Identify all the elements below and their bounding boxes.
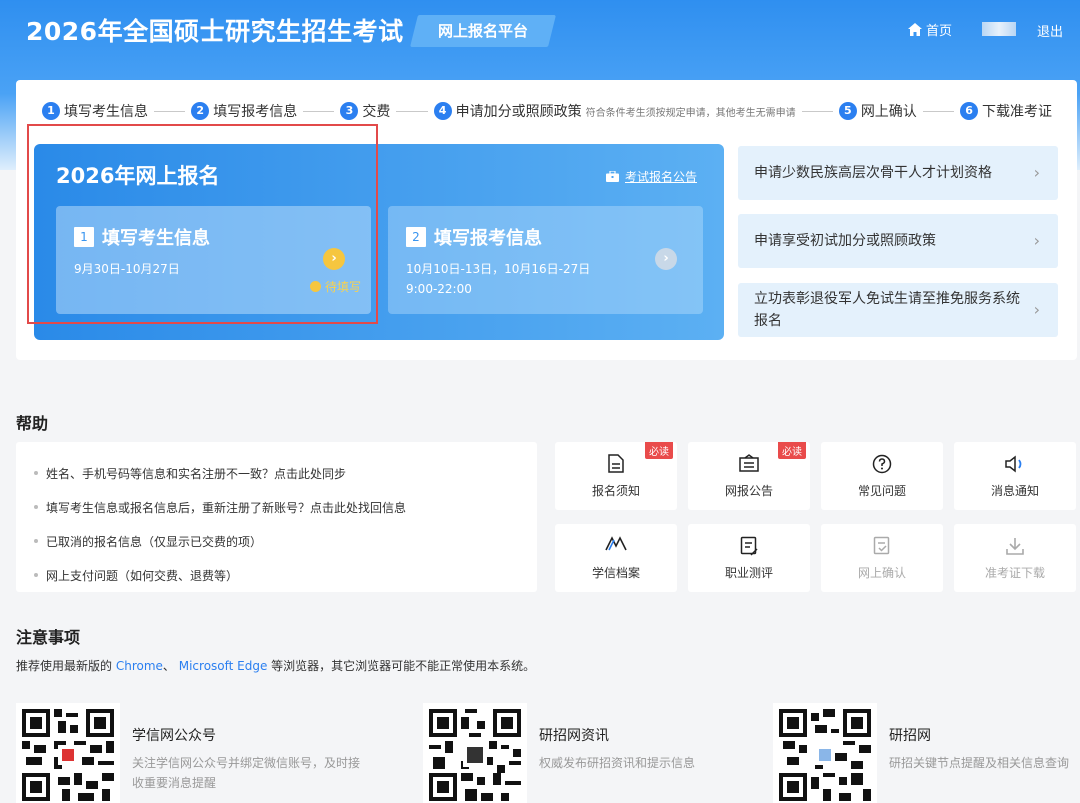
veteran-exemption-link[interactable]: 立功表彰退役军人免试生请至推免服务系统报名 › [738,283,1058,337]
edge-link[interactable]: Microsoft Edge [179,659,268,673]
step-divider [801,110,833,112]
step-3: 3 交费 [340,101,390,121]
briefcase-icon [606,171,619,182]
help-title: 帮助 [16,414,49,433]
apply-bonus-policy-link[interactable]: 申请享受初试加分或照顾政策 › [738,214,1058,268]
qr-code-image [773,703,877,803]
step-6: 6 下载准考证 [960,101,1052,121]
step-5: 5 网上确认 [838,101,917,121]
site-title: 2026年全国硕士研究生招生考试 [26,17,404,46]
qr-yz-site: 研招网 研招关键节点提醒及相关信息查询 [773,703,1080,803]
progress-steps: 1 填写考生信息 2 填写报考信息 3 交费 4 申请加分或照顾政策 符合条件考生须按规定… [42,100,1052,122]
user-name-masked[interactable] [982,22,1016,36]
browser-notice: 推荐使用最新版的 Chrome、 Microsoft Edge 等浏览器，其它浏… [16,659,536,673]
platform-tag: 网上报名平台 [410,15,556,47]
confirm-icon [821,536,943,561]
qr-code-image [16,703,120,803]
exam-notice-link[interactable]: 考试报名公告 [606,168,697,185]
qr-description: 研招关键节点提醒及相关信息查询 [889,756,1070,770]
archive-icon [555,536,677,557]
qr-chsi-wechat: 学信网公众号 关注学信网公众号并绑定微信账号，及时接收重要消息提醒 [16,703,376,803]
tile-notifications[interactable]: 消息通知 [954,442,1076,510]
home-link[interactable]: 首页 [908,20,952,39]
qr-description: 关注学信网公众号并绑定微信账号，及时接收重要消息提醒 [132,756,361,790]
card-dates: 10月10日-13日，10月16日-27日 9:00-22:00 [406,262,591,296]
step-divider [922,110,955,112]
notice-title: 注意事项 [16,628,81,647]
help-list: 姓名、手机号码等信息和实名注册不一致？点击此处同步 填写考生信息或报名信息后，重… [16,442,537,592]
step-2: 2 填写报考信息 [191,101,297,121]
chevron-right-icon: › [1033,163,1040,182]
chevron-right-icon[interactable]: › [655,248,677,270]
question-icon [821,454,943,479]
qr-title: 学信网公众号 [132,728,216,744]
tile-announcement[interactable]: 必读 网报公告 [688,442,810,510]
card-title: 填写报考信息 [434,228,542,249]
help-item[interactable]: 网上支付问题（如何交费、退费等） [34,558,537,592]
apply-minority-program-link[interactable]: 申请少数民族高层次骨干人才计划资格 › [738,146,1058,200]
help-item[interactable]: 填写考生信息或报名信息后，重新注册了新账号？点击此处找回信息 [34,490,537,524]
speaker-icon [954,454,1076,479]
notice-icon [688,454,810,477]
qr-code-image [423,703,527,803]
document-icon [555,454,677,478]
home-icon [908,23,922,36]
qr-description: 权威发布研招资讯和提示信息 [539,756,696,770]
fill-application-info-card[interactable]: 2 填写报考信息 10月10日-13日，10月16日-27日 9:00-22:00… [388,206,703,314]
tile-online-confirm[interactable]: 网上确认 [821,524,943,592]
help-item[interactable]: 姓名、手机号码等信息和实名注册不一致？点击此处同步 [34,456,537,490]
tile-faq[interactable]: 常见问题 [821,442,943,510]
step-1: 1 填写考生信息 [42,101,148,121]
tile-student-archive[interactable]: 学信档案 [555,524,677,592]
chevron-right-icon: › [1033,231,1040,250]
highlight-box [27,124,378,324]
step-4-note: 符合条件考生须按规定申请，其他考生无需申请 [585,107,796,119]
home-label: 首页 [926,24,953,39]
qr-title: 研招网 [889,728,931,744]
chevron-right-icon: › [1033,300,1040,319]
qr-title: 研招网资讯 [539,728,609,744]
platform-label: 网上报名平台 [437,22,528,40]
step-4: 4 申请加分或照顾政策 符合条件考生须按规定申请，其他考生无需申请 [433,101,796,121]
step-divider [396,110,428,112]
help-item[interactable]: 已取消的报名信息（仅显示已交费的项） [34,524,537,558]
chrome-link[interactable]: Chrome [116,659,163,673]
tile-admission-ticket-download[interactable]: 准考证下载 [954,524,1076,592]
qr-yz-news: 研招网资讯 权威发布研招资讯和提示信息 [423,703,753,803]
tile-registration-guide[interactable]: 必读 报名须知 [555,442,677,510]
tile-career-assessment[interactable]: 职业测评 [688,524,810,592]
assessment-icon [688,536,810,561]
exam-notice-label[interactable]: 考试报名公告 [625,168,697,185]
logout-link[interactable]: 退出 [1037,21,1063,40]
step-divider [154,110,186,112]
download-icon [954,536,1076,561]
step-divider [303,110,335,112]
